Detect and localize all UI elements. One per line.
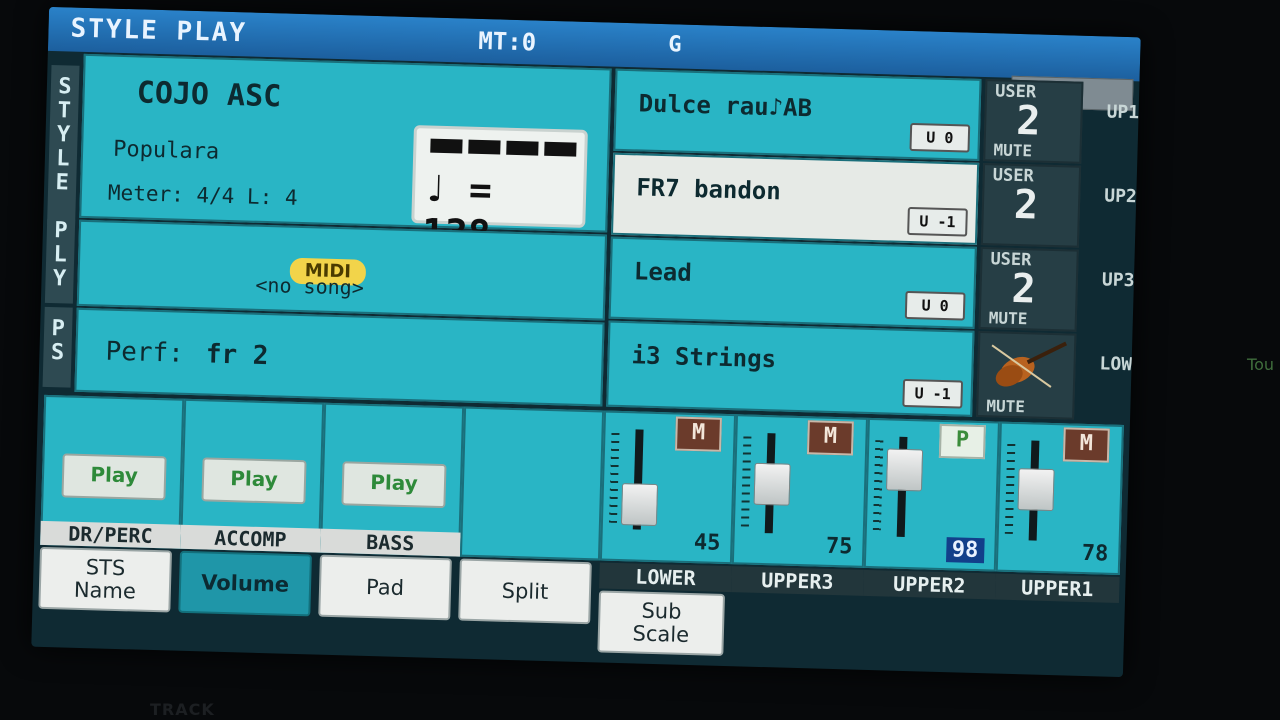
strip-label: DR/PERC [40, 520, 181, 549]
beat-indicator [430, 138, 577, 157]
side-label-up1: UP1 [1106, 101, 1140, 124]
side-label-up3: UP3 [1101, 269, 1135, 292]
style-meter: Meter: 4/4 L: 4 [107, 180, 298, 210]
mt-indicator: MT:0 [477, 26, 537, 57]
track-name: Dulce rau♪AB [638, 89, 813, 123]
track-upper3[interactable]: Lead U 0 [608, 236, 977, 329]
volume-value: 45 [693, 530, 721, 556]
edge-text: Tou [1247, 355, 1274, 374]
volume-value: 78 [1081, 540, 1109, 567]
performance-label: Perf: [105, 336, 185, 369]
tab-sub-scale[interactable]: Sub Scale [597, 590, 726, 656]
performance-name: Perf: fr 2 [105, 337, 269, 372]
track-upper1[interactable]: Dulce rau♪AB U 0 [613, 68, 982, 161]
track-upper2[interactable]: FR7 bandon U -1 [611, 152, 980, 245]
chord-indicator: G [667, 32, 682, 58]
octave-indicator: U 0 [904, 290, 966, 321]
mute-label: MUTE [988, 308, 1028, 329]
violin-icon [991, 341, 1068, 388]
sound-icon-upper3[interactable]: USER 2 MUTE [978, 246, 1079, 332]
style-name: COJO ASC [136, 75, 282, 115]
strip-label: ACCOMP [180, 524, 321, 553]
sound-icon-upper2[interactable]: USER 2 [980, 163, 1082, 248]
sound-number: 2 [1013, 181, 1039, 229]
performance-panel[interactable]: Perf: fr 2 [74, 307, 605, 407]
performance-value: fr 2 [205, 339, 269, 372]
song-name: <no song> [255, 272, 365, 300]
track-name: i3 Strings [631, 341, 777, 374]
strip-bass: Play BASS [320, 402, 465, 557]
track-name: FR7 bandon [635, 173, 782, 206]
fader-knob[interactable] [620, 483, 659, 527]
fader-knob[interactable] [885, 448, 924, 492]
side-label-low: LOW [1099, 353, 1133, 376]
mute-play-button[interactable]: M [675, 416, 722, 452]
mixer-lower: M 45 [599, 410, 737, 565]
tab-sts-name[interactable]: STS Name [38, 546, 173, 613]
strip-label: BASS [320, 528, 461, 557]
fader-scale [872, 440, 884, 531]
sound-number: 2 [1015, 97, 1042, 145]
channel-label-lower: LOWER [599, 562, 732, 593]
strip-dr-perc: Play DR/PERC [40, 394, 185, 549]
side-label-up2: UP2 [1103, 185, 1138, 208]
mute-label: MUTE [993, 140, 1033, 161]
mixer-upper1: M 78 [995, 421, 1124, 575]
mute-play-button[interactable]: P [938, 423, 986, 460]
side-label-ps: PS [42, 306, 73, 388]
fader-scale [608, 432, 620, 523]
mute-play-button[interactable]: M [806, 420, 854, 456]
volume-value: 98 [945, 537, 985, 564]
tab-volume[interactable]: Volume [178, 550, 312, 617]
mute-label: MUTE [986, 396, 1026, 417]
mixer-upper2: P 98 [863, 417, 1000, 572]
fader-scale [1004, 443, 1016, 534]
sound-icon-upper1[interactable]: USER 2 MUTE [983, 79, 1084, 164]
play-button[interactable]: Play [201, 457, 307, 505]
tab-pad[interactable]: Pad [318, 554, 452, 621]
octave-indicator: U 0 [909, 122, 971, 153]
style-panel[interactable]: COJO ASC Populara Meter: 4/4 L: 4 ♩ = 13… [79, 53, 612, 256]
channel-label-upper2: UPPER2 [863, 569, 996, 600]
side-label-ply: PLY [44, 218, 76, 304]
side-label-style: STYLE [47, 64, 80, 226]
channel-label-upper3: UPPER3 [731, 566, 864, 596]
arranger-screen: STYLE PLAY MT:0 G STYLE PLY PS COJO ASC … [31, 6, 1141, 678]
track-name: Lead [633, 257, 693, 287]
page-title: STYLE PLAY [70, 13, 248, 49]
panel-label-track: TRACK [150, 700, 215, 719]
tab-split[interactable]: Split [458, 558, 592, 625]
mixer-upper3: M 75 [731, 414, 868, 568]
mute-play-button[interactable]: M [1062, 427, 1110, 463]
volume-value: 75 [825, 533, 853, 560]
play-button[interactable]: Play [61, 453, 167, 501]
octave-indicator: U -1 [902, 378, 964, 409]
octave-indicator: U -1 [907, 206, 968, 237]
strip-empty [459, 406, 605, 561]
style-category: Populara [112, 136, 220, 165]
channel-label-upper1: UPPER1 [994, 573, 1120, 603]
strip-accomp: Play ACCOMP [180, 398, 325, 553]
sound-number: 2 [1011, 265, 1037, 313]
play-button[interactable]: Play [341, 461, 447, 509]
fader-knob[interactable] [753, 462, 791, 506]
tempo-box[interactable]: ♩ = 138 [411, 125, 588, 256]
player-panel[interactable]: MIDI <no song> [76, 219, 608, 321]
sound-icon-lower[interactable]: MUTE [976, 330, 1077, 420]
fader-knob[interactable] [1017, 467, 1055, 511]
track-lower[interactable]: i3 Strings U -1 [606, 320, 975, 417]
fader-scale [740, 436, 752, 527]
